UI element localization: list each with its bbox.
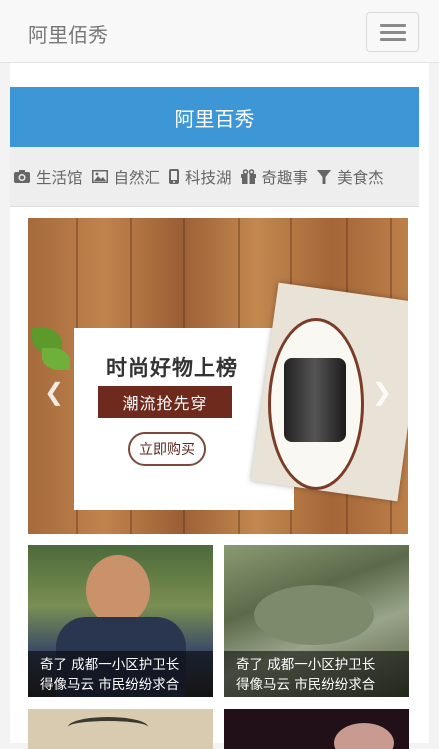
camera-icon bbox=[14, 170, 30, 183]
filter-icon bbox=[317, 169, 332, 184]
news-thumbnail[interactable] bbox=[28, 709, 213, 749]
menu-toggle-button[interactable] bbox=[366, 12, 419, 52]
chevron-right-icon[interactable]: ❯ bbox=[372, 378, 392, 406]
category-label: 奇趣事 bbox=[261, 168, 309, 187]
category-item-life[interactable]: 生活馆 bbox=[13, 166, 83, 188]
gift-icon bbox=[240, 168, 256, 184]
banner-title: 阿里百秀 bbox=[174, 106, 255, 131]
news-image-stone bbox=[254, 585, 374, 645]
news-image-person bbox=[86, 555, 150, 625]
site-banner: 阿里百秀 bbox=[10, 87, 419, 147]
news-card[interactable]: 奇了 成都一小区护卫长 得像马云 市民纷纷求合 bbox=[28, 545, 213, 697]
category-label: 生活馆 bbox=[36, 168, 83, 187]
category-item-nature[interactable]: 自然汇 bbox=[91, 166, 161, 188]
product-image bbox=[284, 358, 346, 442]
brand-logo[interactable]: 阿里佰秀 bbox=[28, 19, 108, 48]
image-carousel[interactable]: 时尚好物上榜 潮流抢先穿 立即购买 ❮ ❯ bbox=[28, 218, 408, 534]
news-title-line1: 奇了 成都一小区护卫长 bbox=[40, 657, 180, 673]
category-item-tech[interactable]: 科技湖 bbox=[168, 166, 232, 188]
chevron-left-icon[interactable]: ❮ bbox=[44, 378, 64, 406]
picture-icon bbox=[91, 170, 108, 183]
news-caption: 奇了 成都一小区护卫长 得像马云 市民纷纷求合 bbox=[224, 651, 409, 697]
promo-ribbon: 潮流抢先穿 bbox=[98, 386, 232, 418]
news-title-line2: 得像马云 市民纷纷求合 bbox=[236, 677, 376, 693]
category-nav: 生活馆 自然汇 科技湖 奇趣事 美食杰 bbox=[10, 147, 419, 207]
category-label: 科技湖 bbox=[185, 168, 232, 187]
leaf-decoration bbox=[42, 348, 70, 370]
category-label: 美食杰 bbox=[337, 168, 384, 187]
promo-headline: 时尚好物上榜 bbox=[106, 356, 238, 380]
main-container: 阿里百秀 生活馆 自然汇 科技湖 奇趣事 美食杰 时尚好物上榜 潮流抢先穿 立即… bbox=[10, 63, 429, 749]
category-item-fun[interactable]: 奇趣事 bbox=[240, 166, 309, 188]
news-thumbnail[interactable] bbox=[224, 709, 409, 749]
news-caption: 奇了 成都一小区护卫长 得像马云 市民纷纷求合 bbox=[28, 651, 213, 697]
phone-icon bbox=[169, 169, 180, 184]
thumbnail-shape bbox=[68, 717, 148, 737]
category-label: 自然汇 bbox=[113, 168, 161, 187]
buy-now-button[interactable]: 立即购买 bbox=[128, 432, 206, 466]
category-item-food[interactable]: 美食杰 bbox=[316, 166, 384, 188]
news-title-line1: 奇了 成都一小区护卫长 bbox=[236, 657, 376, 673]
thumbnail-shape bbox=[334, 723, 394, 749]
news-card[interactable]: 奇了 成都一小区护卫长 得像马云 市民纷纷求合 bbox=[224, 545, 409, 697]
navbar: 阿里佰秀 bbox=[0, 0, 439, 63]
news-title-line2: 得像马云 市民纷纷求合 bbox=[40, 677, 180, 693]
